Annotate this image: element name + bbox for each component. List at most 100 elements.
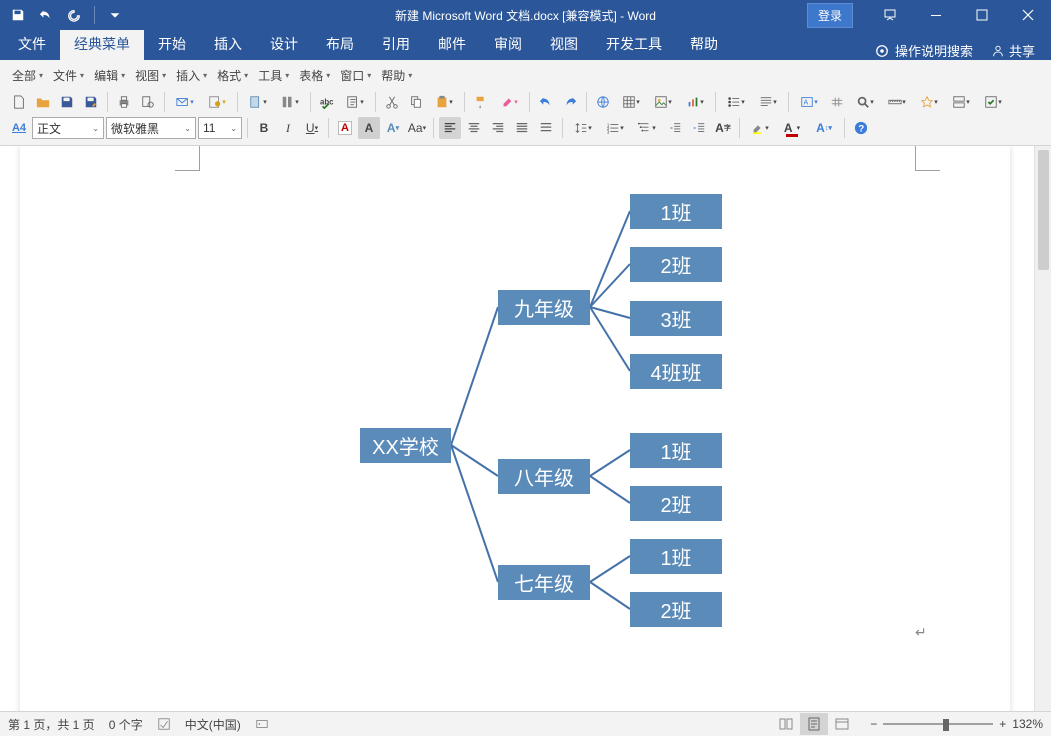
node-g9-c2[interactable]: 2班 [630,247,722,282]
numbering-button[interactable]: 123▾ [600,117,630,139]
node-g8-c1[interactable]: 1班 [630,433,722,468]
clear-format-button[interactable]: ▾ [494,91,524,113]
cut-button[interactable] [381,91,403,113]
align-left-button[interactable] [439,117,461,139]
scroll-thumb[interactable] [1038,150,1049,270]
window-split-button[interactable]: ▾ [946,91,976,113]
zoom-out-button[interactable]: − [870,717,877,731]
menu-tools[interactable]: 工具▾ [254,65,293,86]
tab-references[interactable]: 引用 [368,28,424,60]
permissions-button[interactable]: ▾ [202,91,232,113]
zoom-button[interactable]: ▾ [914,91,944,113]
tell-me-search[interactable]: 操作说明搜索 [875,41,973,60]
node-g9-c4[interactable]: 4班班 [630,354,722,389]
node-grade-9[interactable]: 九年级 [498,290,590,325]
format-painter-button[interactable] [470,91,492,113]
node-g9-c1[interactable]: 1班 [630,194,722,229]
zoom-slider[interactable]: − + 132% [870,717,1043,731]
pagesetup-button[interactable]: ▾ [243,91,273,113]
menu-all[interactable]: 全部▾ [8,65,47,86]
italic-button[interactable]: I [277,117,299,139]
mail-button[interactable]: ▾ [170,91,200,113]
undo-button[interactable] [34,3,58,27]
vertical-scrollbar[interactable] [1034,146,1051,711]
symbols-button[interactable] [826,91,848,113]
decrease-indent-button[interactable] [664,117,686,139]
tab-insert[interactable]: 插入 [200,28,256,60]
word-count[interactable]: 0 个字 [109,716,143,733]
node-grade-7[interactable]: 七年级 [498,565,590,600]
page[interactable]: XX学校 九年级 八年级 七年级 1班 2班 3班 4班班 1班 2班 1班 2… [20,146,1010,711]
share-button[interactable]: 共享 [991,41,1035,60]
tab-mailings[interactable]: 邮件 [424,28,480,60]
font-size-dropdown[interactable]: 11⌄ [198,117,242,139]
hyperlink-button[interactable] [592,91,614,113]
phonetic-guide-button[interactable]: A字 [712,117,734,139]
print-button[interactable] [113,91,135,113]
styles-button[interactable]: A▾ [794,91,824,113]
save-as-button[interactable] [80,91,102,113]
picture-button[interactable]: ▾ [648,91,678,113]
find-button[interactable]: ▾ [850,91,880,113]
bullets-button[interactable]: ▾ [721,91,751,113]
read-mode-button[interactable] [772,713,800,735]
copy-button[interactable] [405,91,427,113]
node-g7-c2[interactable]: 2班 [630,592,722,627]
zoom-level[interactable]: 132% [1012,717,1043,731]
styles-pane-button[interactable]: A4 [8,117,30,139]
tab-help[interactable]: 帮助 [676,28,732,60]
tab-view[interactable]: 视图 [536,28,592,60]
print-layout-button[interactable] [800,713,828,735]
bold-button[interactable]: B [253,117,275,139]
node-grade-8[interactable]: 八年级 [498,459,590,494]
columns-button[interactable]: ▾ [275,91,305,113]
style-dropdown[interactable]: 正文⌄ [32,117,104,139]
tab-design[interactable]: 设计 [256,28,312,60]
hierarchy-diagram[interactable]: XX学校 九年级 八年级 七年级 1班 2班 3班 4班班 1班 2班 1班 2… [360,181,940,621]
node-root[interactable]: XX学校 [360,428,451,463]
node-g7-c1[interactable]: 1班 [630,539,722,574]
highlight-button[interactable]: ▾ [745,117,775,139]
maximize-button[interactable] [959,0,1005,30]
zoom-in-button[interactable]: + [999,717,1006,731]
underline-button[interactable]: U ▾ [301,117,323,139]
multilevel-button[interactable]: ▾ [632,117,662,139]
proofing-icon[interactable] [157,717,171,731]
align-distribute-button[interactable] [535,117,557,139]
paste-button[interactable]: ▾ [429,91,459,113]
tab-review[interactable]: 审阅 [480,28,536,60]
menu-window[interactable]: 窗口▾ [336,65,375,86]
macro-rec-icon[interactable] [255,717,269,731]
font-color-button[interactable]: A▾ [777,117,807,139]
page-indicator[interactable]: 第 1 页，共 1 页 [8,716,95,733]
qat-customize-icon[interactable] [103,3,127,27]
para-button[interactable]: ▾ [753,91,783,113]
tab-developer[interactable]: 开发工具 [592,28,676,60]
save-button-tb[interactable] [56,91,78,113]
ribbon-options-button[interactable] [867,0,913,30]
minimize-button[interactable] [913,0,959,30]
tab-layout[interactable]: 布局 [312,28,368,60]
login-button[interactable]: 登录 [807,3,853,28]
research-button[interactable]: ▾ [340,91,370,113]
new-button[interactable] [8,91,30,113]
chart-button[interactable]: ▾ [680,91,710,113]
tab-file[interactable]: 文件 [4,28,60,60]
menu-help[interactable]: 帮助▾ [377,65,416,86]
menu-table[interactable]: 表格▾ [295,65,334,86]
menu-format[interactable]: 格式▾ [213,65,252,86]
web-layout-button[interactable] [828,713,856,735]
language-indicator[interactable]: 中文(中国) [185,716,241,733]
menu-insert[interactable]: 插入▾ [172,65,211,86]
macros-button[interactable]: ▾ [978,91,1008,113]
align-justify-button[interactable] [511,117,533,139]
node-g9-c3[interactable]: 3班 [630,301,722,336]
asian-layout-button[interactable]: A↕▾ [809,117,839,139]
align-right-button[interactable] [487,117,509,139]
menu-view[interactable]: 视图▾ [131,65,170,86]
zoom-handle[interactable] [943,719,949,731]
tab-home[interactable]: 开始 [144,28,200,60]
change-case-button[interactable]: Aa ▾ [406,117,428,139]
table-button[interactable]: ▾ [616,91,646,113]
text-effects-button[interactable]: A ▾ [382,117,404,139]
